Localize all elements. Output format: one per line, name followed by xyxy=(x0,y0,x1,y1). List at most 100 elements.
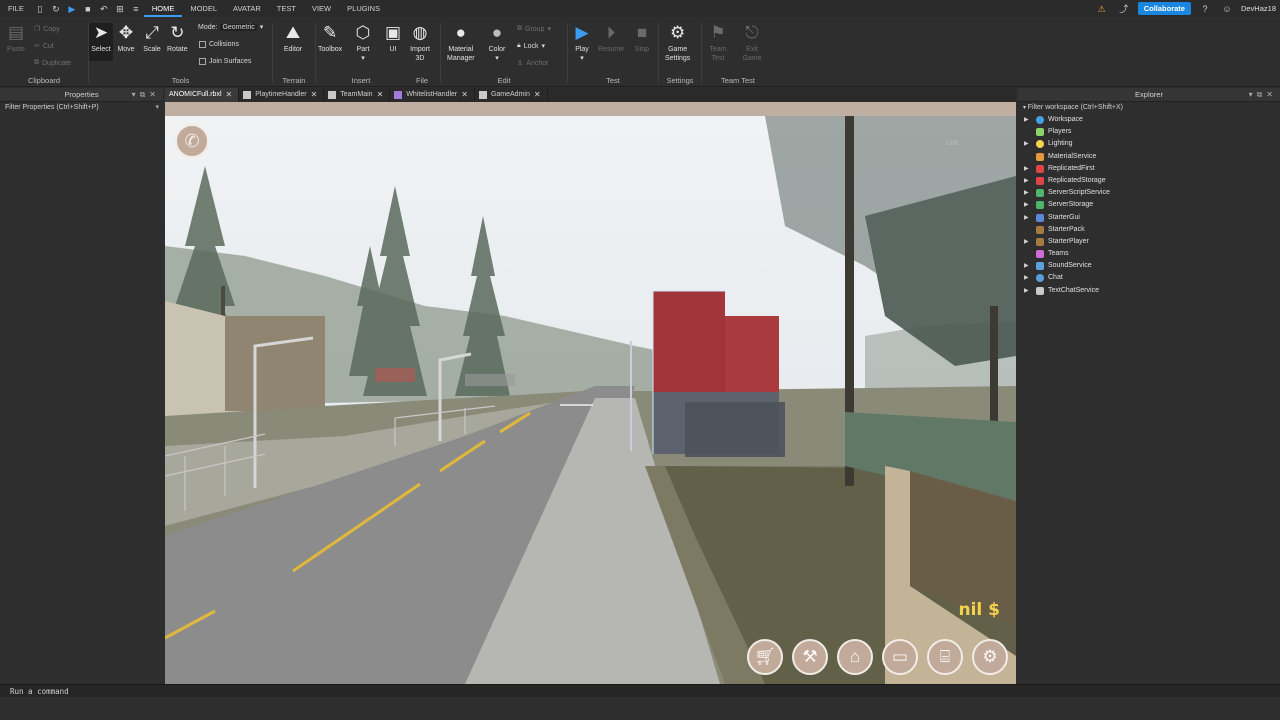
close-icon[interactable]: ✕ xyxy=(534,88,541,102)
tree-item-server-storage[interactable]: ▶ ServerStorage xyxy=(1018,199,1280,211)
home-button[interactable]: ⌂ xyxy=(837,639,873,675)
scale-button[interactable]: ⤢ Scale xyxy=(142,23,162,54)
anchor-button[interactable]: ⚓︎ Anchor xyxy=(517,59,548,68)
explorer-filter[interactable]: ▾ Filter workspace (Ctrl+Shift+X) xyxy=(1018,102,1280,114)
mode-select[interactable]: Mode: Geometric ▾ xyxy=(198,23,263,31)
copy-button[interactable]: ❐ Copy xyxy=(34,25,60,34)
tab-team-main[interactable]: TeamMain ✕ xyxy=(324,88,391,102)
customize-icon[interactable]: ≡ xyxy=(131,4,141,14)
join-surfaces-toggle[interactable]: Join Surfaces xyxy=(199,58,251,65)
expand-arrow-icon[interactable]: ▶ xyxy=(1024,285,1029,297)
collisions-toggle[interactable]: Collisions xyxy=(199,41,239,48)
tab-anomic-place[interactable]: ANOMICFull.rbxl ✕ xyxy=(165,88,240,102)
duplicate-button[interactable]: ⧉ Duplicate xyxy=(34,59,71,67)
shop-button[interactable]: 🛒︎ xyxy=(747,639,783,675)
lock-button[interactable]: 🔒︎ Lock ▾ xyxy=(517,42,545,50)
expand-arrow-icon[interactable]: ▶ xyxy=(1024,163,1029,175)
menu-tab-avatar[interactable]: AVATAR xyxy=(225,0,269,17)
clipboard-group: ▤ Paste ❐ Copy ✂ Cut ⧉ Duplicate Clipboard xyxy=(0,17,88,87)
tree-item-text-chat-service[interactable]: ▶ TextChatService xyxy=(1018,285,1280,297)
backpack-button[interactable]: ⌸ xyxy=(927,639,963,675)
material-manager-button[interactable]: ● Material Manager xyxy=(447,23,475,63)
tree-item-teams[interactable]: Teams xyxy=(1018,248,1280,260)
notification-icon[interactable]: ⚠ xyxy=(1097,4,1107,14)
settings-button[interactable]: ⚙ xyxy=(972,639,1008,675)
expand-arrow-icon[interactable]: ▶ xyxy=(1024,138,1029,150)
tree-item-replicated-first[interactable]: ▶ ReplicatedFirst xyxy=(1018,163,1280,175)
share-icon[interactable]: ⤴ xyxy=(1119,4,1129,14)
menu-file[interactable]: FILE xyxy=(0,0,32,17)
tree-item-workspace[interactable]: ▶ Workspace xyxy=(1018,114,1280,126)
move-button[interactable]: ✥ Move xyxy=(116,23,136,54)
menu-tab-home[interactable]: HOME xyxy=(143,0,183,17)
play-button[interactable]: ▶ Play ▾ xyxy=(572,23,592,63)
new-file-icon[interactable]: ▯ xyxy=(35,4,45,14)
tab-playtime-handler[interactable]: PlaytimeHandler ✕ xyxy=(239,88,325,102)
tree-item-starter-gui[interactable]: ▶ StarterGui xyxy=(1018,212,1280,224)
panel-controls[interactable]: ▾⧉✕ xyxy=(1249,88,1277,102)
tab-game-admin[interactable]: GameAdmin ✕ xyxy=(475,88,548,102)
cut-button[interactable]: ✂ Cut xyxy=(34,42,54,51)
topright-indicator[interactable]: Loft xyxy=(946,140,958,147)
expand-arrow-icon[interactable]: ▶ xyxy=(1024,272,1029,284)
phone-button[interactable]: ✆ xyxy=(175,124,209,158)
tree-item-starter-player[interactable]: ▶ StarterPlayer xyxy=(1018,236,1280,248)
tree-item-material-service[interactable]: MaterialService xyxy=(1018,151,1280,163)
collisions-checkbox[interactable] xyxy=(199,41,206,48)
game-settings-button[interactable]: ⚙ Game Settings xyxy=(665,23,690,63)
toolbox-button[interactable]: ✎ Toolbox xyxy=(318,23,342,54)
join-surfaces-checkbox[interactable] xyxy=(199,58,206,65)
tree-item-lighting[interactable]: ▶ Lighting xyxy=(1018,138,1280,150)
expand-arrow-icon[interactable]: ▶ xyxy=(1024,199,1029,211)
inventory-button[interactable]: ▭ xyxy=(882,639,918,675)
import-3d-button[interactable]: ◍ Import 3D xyxy=(410,23,430,63)
user-name[interactable]: DevHaz18 xyxy=(1241,4,1276,13)
close-icon[interactable]: ✕ xyxy=(311,88,318,102)
properties-filter[interactable]: Filter Properties (Ctrl+Shift+P) ▾ xyxy=(0,102,163,114)
team-test-button[interactable]: ⚑ Team Test xyxy=(708,23,728,63)
tree-item-chat[interactable]: ▶ Chat xyxy=(1018,272,1280,284)
tree-item-players[interactable]: Players xyxy=(1018,126,1280,138)
exit-game-button[interactable]: ⎋ Exit Game xyxy=(742,23,762,63)
menu-tab-plugins[interactable]: PLUGINS xyxy=(339,0,388,17)
game-viewport[interactable]: Starting... ✆ Loft nil $ 🛒︎ ⚒ ⌂ ▭ ⌸ ⚙ xyxy=(165,102,1016,684)
resume-button[interactable]: ⏵ Resume xyxy=(598,23,624,54)
color-button[interactable]: ● Color ▾ xyxy=(487,23,507,63)
select-button[interactable]: ➤ Select xyxy=(89,23,113,61)
chevron-down-icon[interactable]: ▾ xyxy=(155,102,159,114)
expand-arrow-icon[interactable]: ▶ xyxy=(1024,187,1029,199)
collaborate-button[interactable]: Collaborate xyxy=(1137,2,1191,15)
rotate-button[interactable]: ↻ Rotate xyxy=(167,23,188,54)
stop-button[interactable]: ■ Stop xyxy=(632,23,652,54)
expand-arrow-icon[interactable]: ▶ xyxy=(1024,260,1029,272)
redo-icon[interactable]: ⊞ xyxy=(115,4,125,14)
expand-arrow-icon[interactable]: ▶ xyxy=(1024,236,1029,248)
tab-whitelist-handler[interactable]: WhitelistHandler ✕ xyxy=(390,88,475,102)
tools-button[interactable]: ⚒ xyxy=(792,639,828,675)
part-button[interactable]: ⬡ Part ▾ xyxy=(353,23,373,63)
user-icon[interactable]: ☺ xyxy=(1222,4,1232,14)
tree-item-replicated-storage[interactable]: ▶ ReplicatedStorage xyxy=(1018,175,1280,187)
close-icon[interactable]: ✕ xyxy=(461,88,468,102)
tree-item-starter-pack[interactable]: StarterPack xyxy=(1018,224,1280,236)
menu-tab-test[interactable]: TEST xyxy=(269,0,304,17)
tree-item-sound-service[interactable]: ▶ SoundService xyxy=(1018,260,1280,272)
paste-button[interactable]: ▤ Paste xyxy=(6,23,26,54)
expand-arrow-icon[interactable]: ▶ xyxy=(1024,114,1029,126)
quick-stop-icon[interactable]: ■ xyxy=(83,4,93,14)
tree-item-server-script-service[interactable]: ▶ ServerScriptService xyxy=(1018,187,1280,199)
close-icon[interactable]: ✕ xyxy=(226,88,233,102)
expand-arrow-icon[interactable]: ▶ xyxy=(1024,175,1029,187)
ui-button[interactable]: ▣ UI xyxy=(383,23,403,54)
help-icon[interactable]: ? xyxy=(1200,4,1210,14)
open-file-icon[interactable]: ↻ xyxy=(51,4,61,14)
close-icon[interactable]: ✕ xyxy=(377,88,384,102)
undo-icon[interactable]: ↶ xyxy=(99,4,109,14)
menu-tab-model[interactable]: MODEL xyxy=(182,0,225,17)
terrain-editor-button[interactable]: ⛰ Editor xyxy=(283,23,303,54)
group-button[interactable]: ⧉ Group ▾ xyxy=(517,25,551,33)
quick-play-icon[interactable]: ▶ xyxy=(67,4,77,14)
panel-controls[interactable]: ▾⧉✕ xyxy=(132,88,160,102)
expand-arrow-icon[interactable]: ▶ xyxy=(1024,212,1029,224)
menu-tab-view[interactable]: VIEW xyxy=(304,0,339,17)
